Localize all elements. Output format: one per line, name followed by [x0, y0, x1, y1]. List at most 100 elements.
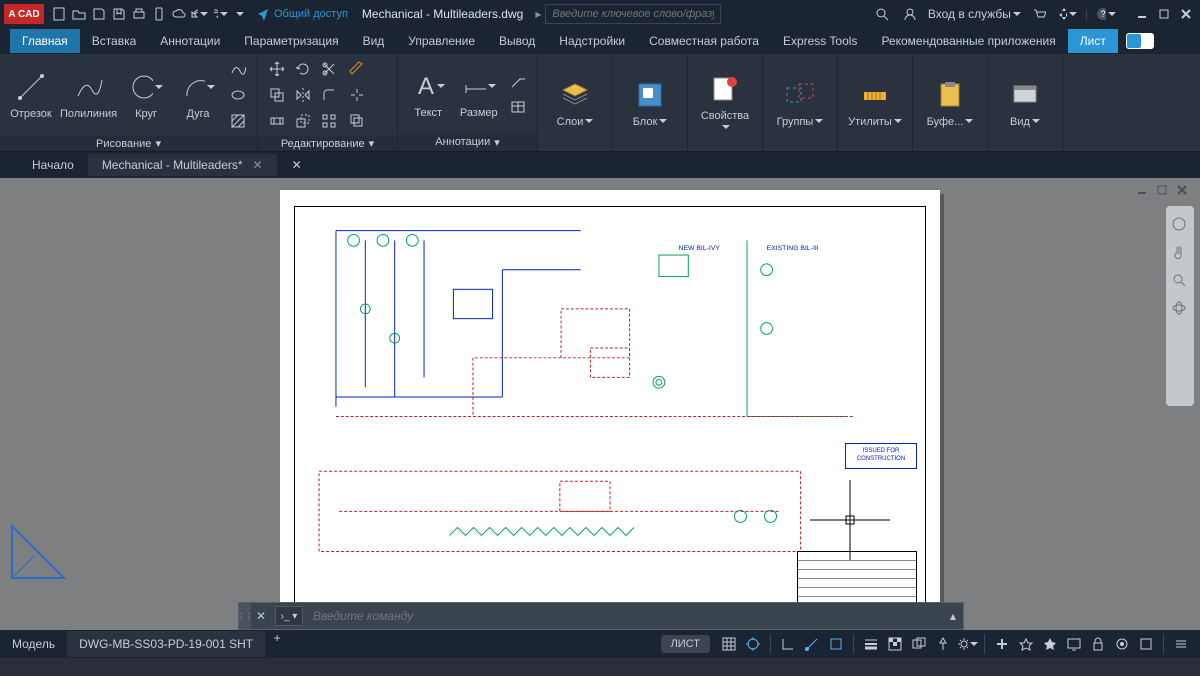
dimension-button[interactable]: Размер: [457, 69, 502, 119]
tab-start[interactable]: Начало: [18, 154, 88, 176]
close-tab-icon[interactable]: ✕: [253, 158, 263, 172]
panel-title-modify[interactable]: Редактирование: [281, 138, 365, 150]
polar-icon[interactable]: [801, 633, 823, 655]
annotation-visibility-icon[interactable]: [1015, 633, 1037, 655]
app-switch-toggle[interactable]: [1126, 33, 1154, 49]
cart-icon[interactable]: [1029, 4, 1049, 24]
cloud-icon[interactable]: [170, 5, 188, 23]
trim-icon[interactable]: [318, 58, 340, 80]
panel-title-annotation[interactable]: Аннотации: [435, 136, 490, 148]
cmd-close-icon[interactable]: ✕: [251, 609, 271, 623]
tab-featured[interactable]: Рекомендованные приложения: [869, 29, 1067, 53]
layout-tab[interactable]: DWG-MB-SS03-PD-19-001 SHT: [67, 631, 265, 657]
arc-button[interactable]: Дуга: [175, 70, 221, 120]
add-scale-icon[interactable]: [991, 633, 1013, 655]
saveas-icon[interactable]: [110, 5, 128, 23]
close-icon[interactable]: [1176, 4, 1196, 24]
exchange-icon[interactable]: [1057, 4, 1077, 24]
scale-icon[interactable]: [292, 110, 314, 132]
lineweight-icon[interactable]: [860, 633, 882, 655]
new-file-icon[interactable]: [50, 5, 68, 23]
tab-home[interactable]: Главная: [10, 29, 80, 53]
tab-express[interactable]: Express Tools: [771, 29, 869, 53]
ellipse-icon[interactable]: [227, 84, 249, 106]
osnap-icon[interactable]: [825, 633, 847, 655]
block-button[interactable]: Блок: [621, 78, 679, 128]
rotate-icon[interactable]: [292, 58, 314, 80]
redo-icon[interactable]: [210, 5, 228, 23]
snap-icon[interactable]: [742, 633, 764, 655]
maximize-icon[interactable]: [1154, 4, 1174, 24]
tab-view[interactable]: Вид: [351, 29, 397, 53]
viewport-close-icon[interactable]: [1176, 184, 1192, 200]
hatch-icon[interactable]: [227, 110, 249, 132]
keyword-search-input[interactable]: [545, 4, 721, 24]
tab-output[interactable]: Вывод: [487, 29, 547, 53]
line-button[interactable]: Отрезок: [8, 70, 54, 120]
viewport-minimize-icon[interactable]: [1136, 184, 1152, 200]
gear-icon[interactable]: [956, 633, 978, 655]
tab-document-active[interactable]: Mechanical - Multileaders*✕: [88, 154, 277, 176]
add-layout-button[interactable]: +: [265, 631, 289, 657]
steering-wheel-icon[interactable]: [1171, 216, 1189, 234]
mobile-icon[interactable]: [150, 5, 168, 23]
cmd-options-icon[interactable]: ›_ ▾: [275, 606, 303, 626]
help-icon[interactable]: ?: [1096, 4, 1116, 24]
leader-icon[interactable]: [507, 70, 529, 92]
text-button[interactable]: AТекст: [406, 69, 451, 119]
tab-annotate[interactable]: Аннотации: [148, 29, 232, 53]
fillet-icon[interactable]: [318, 84, 340, 106]
tab-parametric[interactable]: Параметризация: [232, 29, 350, 53]
clipboard-button[interactable]: Буфе...: [921, 78, 979, 128]
viewport-maximize-icon[interactable]: [1156, 184, 1172, 200]
table-icon[interactable]: [507, 96, 529, 118]
space-badge[interactable]: ЛИСТ: [661, 635, 710, 653]
annotation-scale-icon[interactable]: [932, 633, 954, 655]
orbit-icon[interactable]: [1171, 300, 1189, 318]
open-file-icon[interactable]: [70, 5, 88, 23]
properties-button[interactable]: Свойства: [696, 72, 754, 134]
tab-collaborate[interactable]: Совместная работа: [637, 29, 771, 53]
workspace-icon[interactable]: [1063, 633, 1085, 655]
ortho-icon[interactable]: [777, 633, 799, 655]
save-icon[interactable]: [90, 5, 108, 23]
grid-icon[interactable]: [718, 633, 740, 655]
plot-icon[interactable]: [130, 5, 148, 23]
offset-icon[interactable]: [346, 110, 368, 132]
mirror-icon[interactable]: [292, 84, 314, 106]
command-input[interactable]: [307, 609, 943, 623]
stretch-icon[interactable]: [266, 110, 288, 132]
lock-ui-icon[interactable]: [1087, 633, 1109, 655]
add-tab-button[interactable]: ✕: [285, 158, 309, 172]
erase-icon[interactable]: [346, 58, 368, 80]
isolate-icon[interactable]: [1111, 633, 1133, 655]
tab-addins[interactable]: Надстройки: [547, 29, 637, 53]
undo-icon[interactable]: [190, 5, 208, 23]
tab-manage[interactable]: Управление: [396, 29, 487, 53]
move-icon[interactable]: [266, 58, 288, 80]
search-icon[interactable]: [872, 4, 892, 24]
selection-cycling-icon[interactable]: [908, 633, 930, 655]
customize-icon[interactable]: [1170, 633, 1192, 655]
minimize-icon[interactable]: [1132, 4, 1152, 24]
spline-icon[interactable]: [227, 58, 249, 80]
transparency-icon[interactable]: [884, 633, 906, 655]
circle-button[interactable]: Круг: [123, 70, 169, 120]
login-button[interactable]: Вход в службы: [928, 7, 1021, 21]
panel-title-draw[interactable]: Рисование: [96, 138, 151, 150]
view-button[interactable]: Вид: [996, 78, 1054, 128]
cmd-drag-handle[interactable]: ⋮⋮: [239, 603, 251, 629]
array-icon[interactable]: [318, 110, 340, 132]
clean-screen-icon[interactable]: [1135, 633, 1157, 655]
annotation-auto-icon[interactable]: [1039, 633, 1061, 655]
polyline-button[interactable]: Полилиния: [60, 70, 117, 120]
tab-layout[interactable]: Лист: [1068, 29, 1118, 53]
explode-icon[interactable]: [346, 84, 368, 106]
app-menu-badge[interactable]: A CAD: [4, 4, 44, 24]
tab-insert[interactable]: Вставка: [80, 29, 149, 53]
drawing-canvas[interactable]: NEW BIL-IVY EXISTING BIL-III: [0, 178, 1200, 630]
groups-button[interactable]: Группы: [771, 78, 829, 128]
utilities-button[interactable]: Утилиты: [846, 78, 904, 128]
zoom-extents-icon[interactable]: [1171, 272, 1189, 290]
qat-dropdown-icon[interactable]: [230, 5, 248, 23]
